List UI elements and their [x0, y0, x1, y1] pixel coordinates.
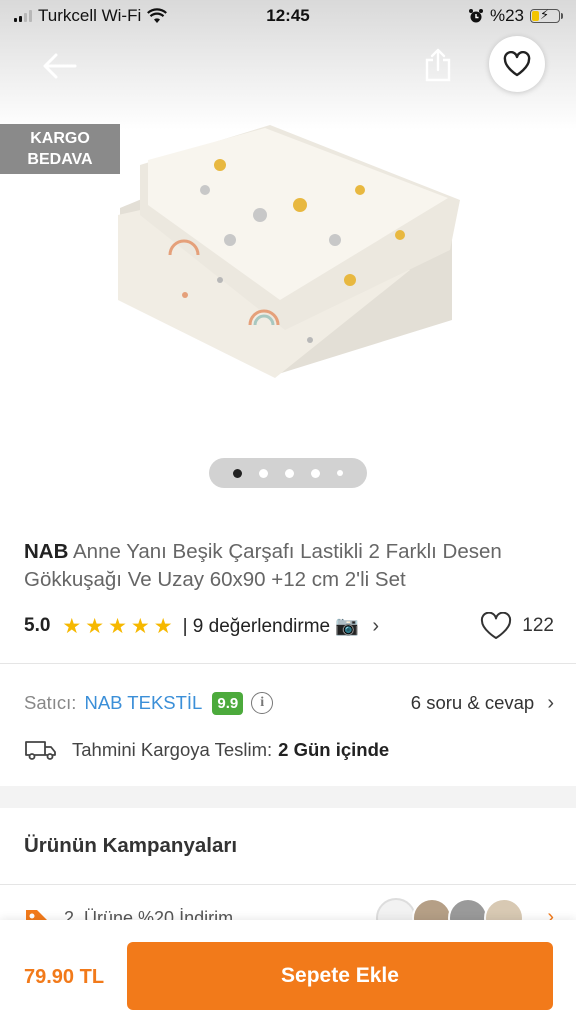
status-bar: Turkcell Wi-Fi 12:45 %23 ⚡: [0, 0, 576, 32]
review-link[interactable]: | 9 değerlendirme 📷 ›: [183, 614, 379, 638]
product-image[interactable]: [110, 120, 470, 390]
delivery-row: Tahmini Kargoya Teslim: 2 Gün içinde: [24, 736, 389, 764]
delivery-label: Tahmini Kargoya Teslim:: [72, 739, 273, 760]
add-to-cart-button[interactable]: Sepete Ekle: [127, 942, 553, 1010]
section-separator: [0, 786, 576, 808]
campaign-thumbnail: [448, 898, 488, 922]
seller-row: Satıcı: NAB TEKSTİL 9.9 i 6 soru & cevap…: [24, 688, 554, 718]
qa-label[interactable]: 6 soru & cevap: [411, 692, 534, 713]
share-icon: [425, 48, 451, 82]
product-gallery[interactable]: KARGO BEDAVA: [0, 0, 576, 510]
badge-line-2: BEDAVA: [27, 151, 93, 168]
pager-dot[interactable]: [259, 468, 268, 478]
image-pager[interactable]: [209, 458, 367, 488]
camera-icon: 📷: [335, 616, 360, 637]
campaign-item[interactable]: 2. Ürüne %20 İndirim ›: [0, 886, 576, 922]
favorite-button[interactable]: [489, 36, 545, 92]
alarm-icon: [468, 9, 483, 23]
campaign-thumbnails: [376, 898, 524, 922]
campaigns-title: Ürünün Kampanyaları: [24, 834, 238, 857]
rating-stars: ★★★★★: [62, 614, 177, 638]
carrier-label: Turkcell Wi-Fi: [38, 6, 142, 25]
back-arrow-icon: [43, 53, 77, 79]
review-count[interactable]: | 9 değerlendirme: [183, 616, 331, 637]
bottom-bar: 79.90 TL Sepete Ekle: [0, 920, 576, 1024]
share-button[interactable]: [418, 44, 458, 86]
like-count-button[interactable]: 122: [480, 612, 554, 640]
divider: [0, 663, 576, 664]
battery-percent: %23: [489, 6, 524, 25]
badge-line-1: KARGO: [30, 130, 90, 147]
pager-dot[interactable]: [311, 468, 320, 478]
seller-label: Satıcı:: [24, 692, 77, 713]
pager-dot[interactable]: [337, 470, 343, 476]
battery-icon: ⚡: [530, 7, 563, 23]
price: 79.90 TL: [24, 966, 105, 988]
back-button[interactable]: [38, 46, 80, 86]
like-count: 122: [522, 615, 554, 636]
campaign-thumbnail: [484, 898, 524, 922]
seller-score-badge: 9.9: [212, 691, 244, 715]
status-time: 12:45: [266, 6, 310, 25]
info-icon[interactable]: i: [251, 692, 274, 714]
delivery-value: 2 Gün içinde: [278, 739, 390, 760]
seller-link[interactable]: NAB TEKSTİL: [84, 692, 202, 714]
campaign-thumbnail: [376, 898, 416, 922]
product-name: Anne Yanı Beşik Çarşafı Lastikli 2 Farkl…: [24, 540, 502, 591]
free-shipping-badge: KARGO BEDAVA: [0, 124, 120, 174]
heart-icon: [503, 51, 531, 77]
rating-row: 5.0 ★★★★★ | 9 değerlendirme 📷 › 122: [24, 612, 554, 640]
chevron-right-icon: ›: [547, 691, 554, 714]
signal-icon: [14, 10, 32, 22]
qa-link[interactable]: 6 soru & cevap ›: [411, 692, 554, 715]
product-brand[interactable]: NAB: [24, 540, 68, 563]
wifi-icon: [147, 8, 168, 23]
heart-icon: [481, 612, 512, 639]
divider: [0, 884, 576, 885]
truck-icon: [25, 741, 56, 760]
product-title: NAB Anne Yanı Beşik Çarşafı Lastikli 2 F…: [24, 538, 554, 594]
chevron-right-icon: ›: [372, 615, 379, 637]
status-left: Turkcell Wi-Fi: [14, 6, 168, 26]
status-right: %23 ⚡: [468, 6, 563, 26]
pager-dot[interactable]: [285, 468, 294, 478]
pager-dot[interactable]: [233, 468, 242, 478]
rating-score: 5.0: [24, 615, 51, 636]
campaign-thumbnail: [412, 898, 452, 922]
